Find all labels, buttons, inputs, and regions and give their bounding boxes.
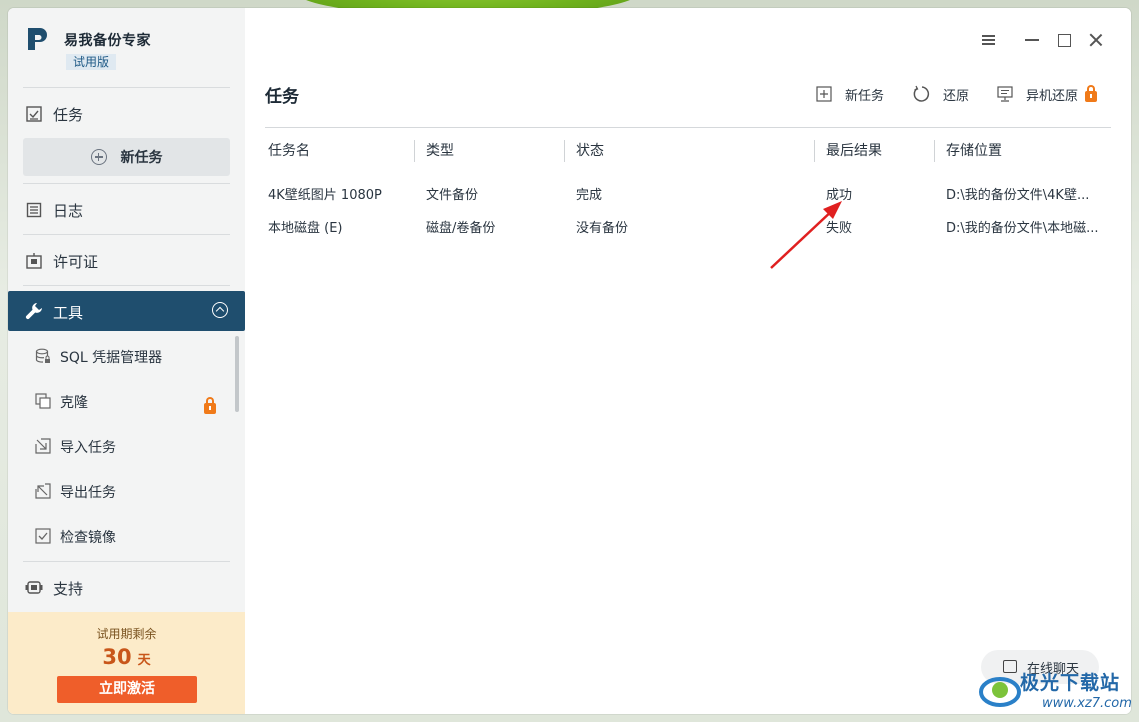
tools-item-label: 导出任务 bbox=[60, 485, 116, 501]
headset-icon bbox=[25, 579, 43, 597]
database-icon bbox=[35, 348, 50, 363]
divider bbox=[23, 285, 230, 286]
new-task-label: 新任务 bbox=[120, 150, 163, 166]
log-icon bbox=[25, 201, 43, 219]
sidebar-item-label: 任务 bbox=[53, 105, 84, 124]
divider bbox=[23, 183, 230, 184]
divider bbox=[23, 561, 230, 562]
trial-remaining-label: 试用期剩余 bbox=[96, 627, 157, 641]
trial-days-number: 30 bbox=[102, 645, 132, 669]
sidebar-item-log[interactable]: 日志 bbox=[8, 190, 245, 230]
app-logo-icon bbox=[28, 28, 47, 50]
lock-icon bbox=[204, 397, 216, 414]
app-name: 易我备份专家 bbox=[64, 33, 151, 49]
sidebar-new-task-button[interactable]: 新任务 bbox=[23, 138, 230, 176]
checklist-icon bbox=[25, 105, 43, 123]
sidebar-item-support[interactable]: 支持 bbox=[8, 568, 245, 608]
chevron-up-icon[interactable] bbox=[212, 302, 228, 318]
sidebar-scrollbar[interactable] bbox=[235, 336, 239, 412]
export-icon bbox=[35, 483, 51, 499]
sidebar: 易我备份专家 试用版 任务 新任务 日志 许可证 工具 SQL 凭据管理器 克隆… bbox=[8, 8, 245, 714]
license-icon bbox=[25, 252, 43, 270]
tools-item-sql-credential-manager[interactable]: SQL 凭据管理器 bbox=[8, 336, 236, 376]
edition-badge: 试用版 bbox=[66, 54, 117, 70]
tools-item-export-task[interactable]: 导出任务 bbox=[8, 471, 236, 511]
tools-item-import-task[interactable]: 导入任务 bbox=[8, 426, 236, 466]
sidebar-item-label: 支持 bbox=[53, 579, 84, 598]
activate-now-button[interactable]: 立即激活 bbox=[57, 676, 197, 703]
tools-item-label: 检查镜像 bbox=[60, 530, 116, 546]
watermark-text: 极光下载站 bbox=[1020, 672, 1121, 694]
sidebar-item-label: 工具 bbox=[53, 304, 84, 322]
sidebar-item-license[interactable]: 许可证 bbox=[8, 241, 245, 281]
main-panel: 任务 新任务 还原 异机还原 任务名 类型 状态 最后结果 存储位置 4K壁纸图… bbox=[245, 8, 1131, 714]
divider bbox=[23, 87, 230, 88]
clone-icon bbox=[35, 393, 51, 409]
watermark: 极光下载站 www.xz7.com bbox=[976, 664, 1138, 722]
sidebar-item-tasks[interactable]: 任务 bbox=[8, 94, 245, 134]
sidebar-item-label: 许可证 bbox=[53, 252, 99, 271]
sidebar-item-label: 日志 bbox=[53, 201, 84, 220]
watermark-logo-icon bbox=[979, 677, 1021, 707]
watermark-url: www.xz7.com bbox=[1042, 696, 1132, 711]
check-image-icon bbox=[35, 528, 51, 544]
trial-panel: 试用期剩余 30 天 立即激活 bbox=[8, 612, 245, 714]
brand: 易我备份专家 试用版 bbox=[26, 26, 236, 72]
app-window: 易我备份专家 试用版 任务 新任务 日志 许可证 工具 SQL 凭据管理器 克隆… bbox=[8, 8, 1131, 714]
red-annotation-arrow bbox=[770, 201, 842, 269]
tools-item-clone[interactable]: 克隆 bbox=[8, 381, 236, 421]
tools-item-label: 导入任务 bbox=[60, 440, 116, 456]
tools-item-check-image[interactable]: 检查镜像 bbox=[8, 516, 236, 556]
wrench-icon bbox=[25, 302, 43, 324]
import-icon bbox=[35, 438, 51, 454]
divider bbox=[23, 234, 230, 235]
tools-item-label: 克隆 bbox=[60, 395, 88, 411]
trial-days-unit: 天 bbox=[137, 653, 151, 668]
sidebar-item-tools[interactable]: 工具 bbox=[8, 291, 245, 331]
trial-days: 30 天 bbox=[8, 645, 245, 669]
plus-circle-icon bbox=[90, 149, 107, 165]
tools-item-label: SQL 凭据管理器 bbox=[60, 350, 163, 366]
